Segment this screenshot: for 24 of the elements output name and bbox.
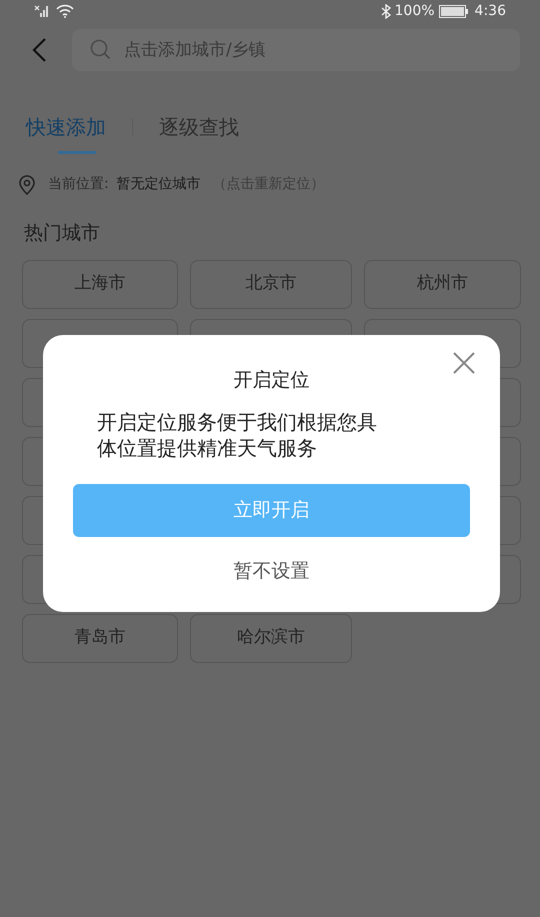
battery-icon (438, 4, 469, 18)
enable-button[interactable]: 立即开启 (73, 484, 470, 536)
search-icon (90, 39, 112, 61)
close-icon[interactable] (452, 351, 476, 375)
bluetooth-icon (380, 4, 391, 18)
location-pin-icon (18, 174, 36, 194)
tab[interactable]: 逐级查找 (159, 102, 239, 152)
not-now-button[interactable]: 暂不设置 (226, 556, 318, 585)
city-button[interactable]: 哈尔滨市 (190, 614, 352, 662)
dialog-message: 开启定位服务便于我们根据您具体位置提供精准天气服务 (97, 408, 378, 460)
city-button[interactable]: 青岛市 (22, 614, 178, 662)
location-label: 当前位置: (48, 175, 109, 194)
city-button[interactable]: 杭州市 (364, 260, 521, 308)
back-icon[interactable] (30, 37, 48, 63)
battery-percent: 100% (394, 2, 435, 20)
tab[interactable]: 快速添加 (26, 102, 106, 152)
wifi-icon (56, 4, 74, 18)
section-title: 热门城市 (23, 221, 101, 246)
city-button[interactable]: 北京市 (190, 260, 352, 308)
city-button[interactable]: 上海市 (22, 260, 178, 308)
signal-icon (34, 4, 50, 18)
clock-time: 4:36 (474, 2, 506, 20)
dialog-title: 开启定位 (234, 368, 310, 393)
location-value: 暂无定位城市 (116, 175, 201, 194)
